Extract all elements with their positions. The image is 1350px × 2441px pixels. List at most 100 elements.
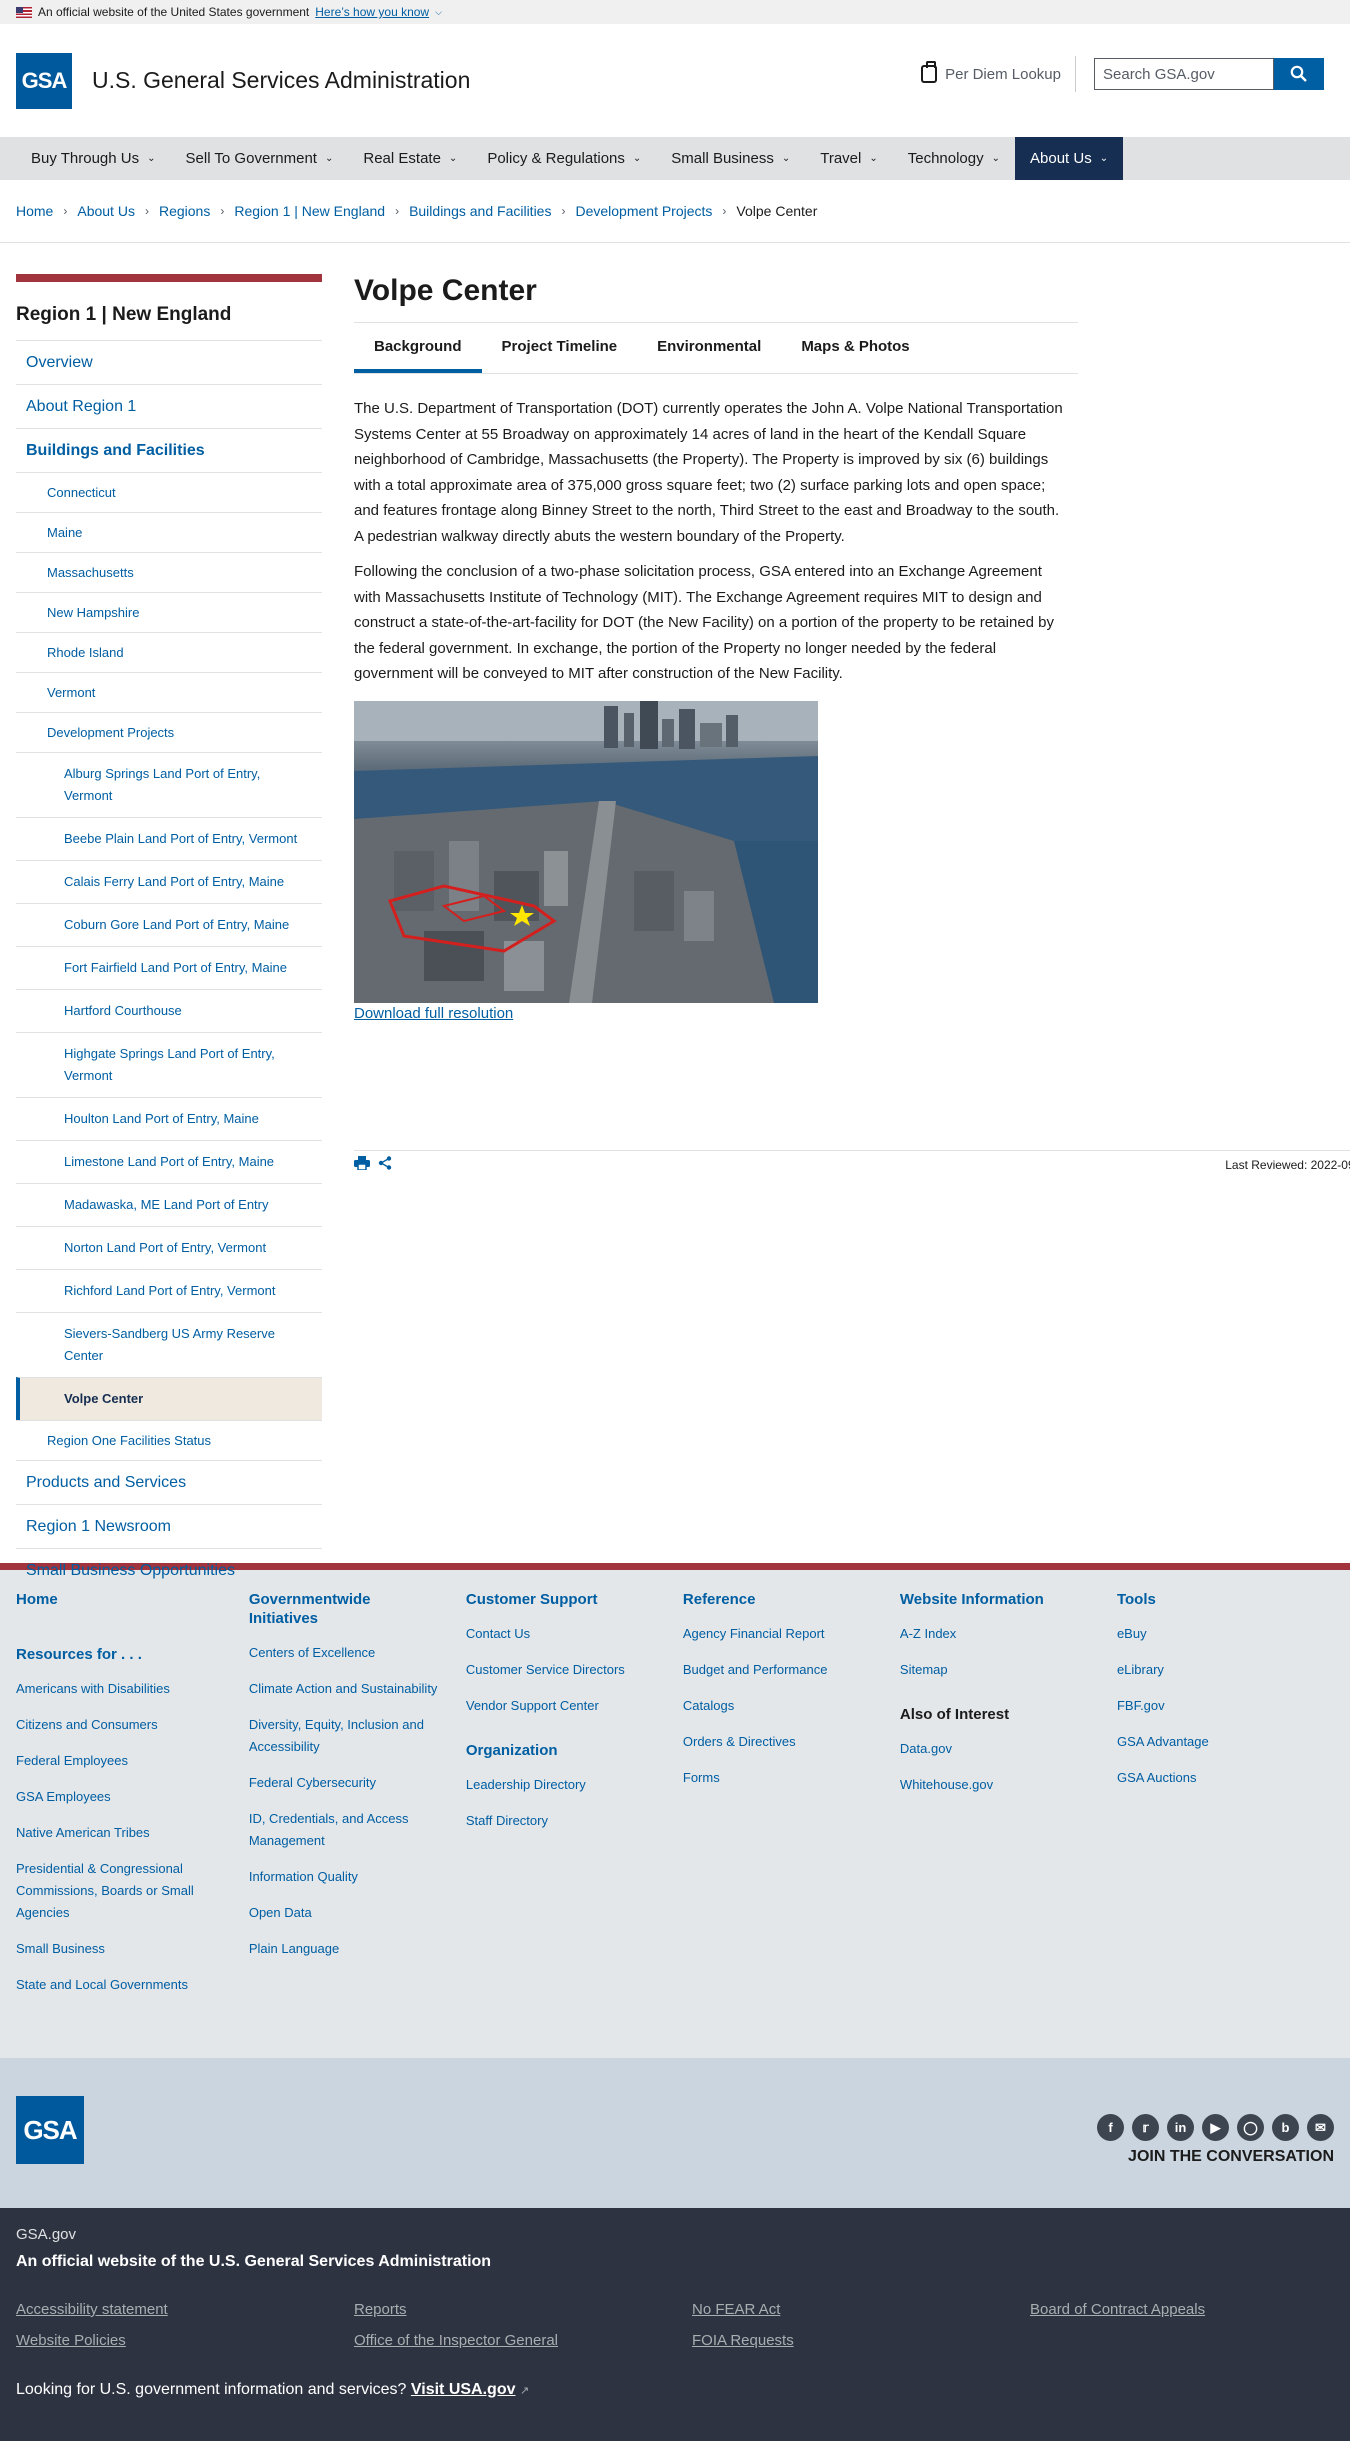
breadcrumb-regions[interactable]: Regions	[159, 203, 210, 219]
sidenav-item-sievers-sandberg-us-army-reserve-center[interactable]: Sievers-Sandberg US Army Reserve Center	[16, 1312, 322, 1377]
email-icon[interactable]: ✉	[1307, 2114, 1334, 2141]
footer-link-state-and-local-governments[interactable]: State and Local Governments	[16, 1974, 249, 1996]
nav-policy-regulations[interactable]: Policy & Regulations ⌄	[472, 137, 656, 180]
sidenav-item-madawaska-me-land-port-of-entry[interactable]: Madawaska, ME Land Port of Entry	[16, 1183, 322, 1226]
inspector-general-link[interactable]: Office of the Inspector General	[354, 2332, 692, 2349]
search-button[interactable]	[1274, 58, 1324, 90]
footer-gsa-logo[interactable]: GSA	[16, 2096, 84, 2164]
footer-link-contact-us[interactable]: Contact Us	[466, 1623, 683, 1645]
linkedin-icon[interactable]: in	[1167, 2114, 1194, 2141]
visit-usa-gov-link[interactable]: Visit USA.gov	[411, 2381, 516, 2398]
sidenav-item-connecticut[interactable]: Connecticut	[16, 472, 322, 512]
heres-how-you-know-link[interactable]: Here’s how you know	[315, 5, 429, 19]
facebook-icon[interactable]: f	[1097, 2114, 1124, 2141]
sidenav-item-alburg-springs-land-port-of-entry-vermont[interactable]: Alburg Springs Land Port of Entry, Vermo…	[16, 752, 322, 817]
nav-about-us[interactable]: About Us ⌄	[1015, 137, 1124, 180]
sidenav-item-products-and-services[interactable]: Products and Services	[16, 1460, 322, 1504]
tab-project-timeline[interactable]: Project Timeline	[482, 323, 638, 373]
sidenav-item-hartford-courthouse[interactable]: Hartford Courthouse	[16, 989, 322, 1032]
footer-link-americans-with-disabilities[interactable]: Americans with Disabilities	[16, 1678, 249, 1700]
footer-link-gsa-auctions[interactable]: GSA Auctions	[1117, 1767, 1334, 1789]
sidenav-item-houlton-land-port-of-entry-maine[interactable]: Houlton Land Port of Entry, Maine	[16, 1097, 322, 1140]
footer-link-agency-financial-report[interactable]: Agency Financial Report	[683, 1623, 900, 1645]
site-title[interactable]: U.S. General Services Administration	[92, 67, 470, 94]
website-policies-link[interactable]: Website Policies	[16, 2332, 354, 2349]
youtube-icon[interactable]: ▶	[1202, 2114, 1229, 2141]
footer-link-gsa-employees[interactable]: GSA Employees	[16, 1786, 249, 1808]
print-button[interactable]	[354, 1155, 370, 1175]
accessibility-statement-link[interactable]: Accessibility statement	[16, 2301, 354, 2318]
footer-link-id-credentials-and-access-management[interactable]: ID, Credentials, and Access Management	[249, 1808, 466, 1852]
sidenav-item-limestone-land-port-of-entry-maine[interactable]: Limestone Land Port of Entry, Maine	[16, 1140, 322, 1183]
no-fear-act-link[interactable]: No FEAR Act	[692, 2301, 1030, 2318]
sidenav-item-buildings-and-facilities[interactable]: Buildings and Facilities	[16, 428, 322, 472]
foia-requests-link[interactable]: FOIA Requests	[692, 2332, 1030, 2349]
sidenav-item-highgate-springs-land-port-of-entry-vermont[interactable]: Highgate Springs Land Port of Entry, Ver…	[16, 1032, 322, 1097]
instagram-icon[interactable]: ◯	[1237, 2114, 1264, 2141]
footer-home-link[interactable]: Home	[16, 1591, 58, 1608]
footer-link-climate-action-and-sustainability[interactable]: Climate Action and Sustainability	[249, 1678, 466, 1700]
footer-link-ebuy[interactable]: eBuy	[1117, 1623, 1334, 1645]
footer-link-information-quality[interactable]: Information Quality	[249, 1866, 466, 1888]
footer-link-budget-and-performance[interactable]: Budget and Performance	[683, 1659, 900, 1681]
reports-link[interactable]: Reports	[354, 2301, 692, 2318]
sidenav-item-beebe-plain-land-port-of-entry-vermont[interactable]: Beebe Plain Land Port of Entry, Vermont	[16, 817, 322, 860]
sidenav-item-about-region-1[interactable]: About Region 1	[16, 384, 322, 428]
nav-travel[interactable]: Travel ⌄	[805, 137, 893, 180]
footer-link-native-american-tribes[interactable]: Native American Tribes	[16, 1822, 249, 1844]
footer-link-staff-directory[interactable]: Staff Directory	[466, 1810, 683, 1832]
sidenav-item-massachusetts[interactable]: Massachusetts	[16, 552, 322, 592]
footer-link-whitehouse-gov[interactable]: Whitehouse.gov	[900, 1774, 1117, 1796]
sidenav-item-norton-land-port-of-entry-vermont[interactable]: Norton Land Port of Entry, Vermont	[16, 1226, 322, 1269]
twitter-icon[interactable]: 𝕣	[1132, 2114, 1159, 2141]
footer-link-gsa-advantage[interactable]: GSA Advantage	[1117, 1731, 1334, 1753]
footer-link-elibrary[interactable]: eLibrary	[1117, 1659, 1334, 1681]
footer-link-plain-language[interactable]: Plain Language	[249, 1938, 466, 1960]
sidenav-item-new-hampshire[interactable]: New Hampshire	[16, 592, 322, 632]
blog-icon[interactable]: b	[1272, 2114, 1299, 2141]
search-input[interactable]	[1094, 58, 1274, 90]
footer-link-customer-service-directors[interactable]: Customer Service Directors	[466, 1659, 683, 1681]
breadcrumb-buildings[interactable]: Buildings and Facilities	[409, 203, 551, 219]
board-of-contract-appeals-link[interactable]: Board of Contract Appeals	[1030, 2301, 1330, 2318]
sidenav-item-development-projects[interactable]: Development Projects	[16, 712, 322, 752]
per-diem-lookup-link[interactable]: Per Diem Lookup	[921, 56, 1076, 92]
tab-background[interactable]: Background	[354, 323, 482, 373]
footer-link-orders-directives[interactable]: Orders & Directives	[683, 1731, 900, 1753]
footer-link-small-business[interactable]: Small Business	[16, 1938, 249, 1960]
nav-buy-through-us[interactable]: Buy Through Us ⌄	[16, 137, 171, 180]
breadcrumb-development-projects[interactable]: Development Projects	[575, 203, 712, 219]
sidenav-item-rhode-island[interactable]: Rhode Island	[16, 632, 322, 672]
footer-link-federal-cybersecurity[interactable]: Federal Cybersecurity	[249, 1772, 466, 1794]
footer-link-a-z-index[interactable]: A-Z Index	[900, 1623, 1117, 1645]
nav-technology[interactable]: Technology ⌄	[893, 137, 1015, 180]
sidenav-item-volpe-center[interactable]: Volpe Center	[16, 1377, 322, 1420]
footer-link-catalogs[interactable]: Catalogs	[683, 1695, 900, 1717]
footer-link-federal-employees[interactable]: Federal Employees	[16, 1750, 249, 1772]
footer-link-fbf-gov[interactable]: FBF.gov	[1117, 1695, 1334, 1717]
footer-link-citizens-and-consumers[interactable]: Citizens and Consumers	[16, 1714, 249, 1736]
breadcrumb-about-us[interactable]: About Us	[77, 203, 135, 219]
nav-real-estate[interactable]: Real Estate ⌄	[348, 137, 472, 180]
sidenav-item-maine[interactable]: Maine	[16, 512, 322, 552]
sidenav-item-vermont[interactable]: Vermont	[16, 672, 322, 712]
sidenav-item-region-one-facilities-status[interactable]: Region One Facilities Status	[16, 1420, 322, 1460]
tab-environmental[interactable]: Environmental	[637, 323, 781, 373]
footer-link-presidential-congressional-commissions-boards-or-small-agencies[interactable]: Presidential & Congressional Commissions…	[16, 1858, 249, 1924]
sidenav-item-richford-land-port-of-entry-vermont[interactable]: Richford Land Port of Entry, Vermont	[16, 1269, 322, 1312]
gsa-logo[interactable]: GSA	[16, 52, 72, 109]
sidenav-item-overview[interactable]: Overview	[16, 340, 322, 384]
tab-maps-photos[interactable]: Maps & Photos	[781, 323, 929, 373]
breadcrumb-home[interactable]: Home	[16, 203, 53, 219]
footer-link-diversity-equity-inclusion-and-accessibility[interactable]: Diversity, Equity, Inclusion and Accessi…	[249, 1714, 466, 1758]
sidenav-item-region-1-newsroom[interactable]: Region 1 Newsroom	[16, 1504, 322, 1548]
nav-sell-to-government[interactable]: Sell To Government ⌄	[171, 137, 349, 180]
footer-link-leadership-directory[interactable]: Leadership Directory	[466, 1774, 683, 1796]
footer-link-sitemap[interactable]: Sitemap	[900, 1659, 1117, 1681]
sidenav-item-fort-fairfield-land-port-of-entry-maine[interactable]: Fort Fairfield Land Port of Entry, Maine	[16, 946, 322, 989]
nav-small-business[interactable]: Small Business ⌄	[656, 137, 805, 180]
footer-link-forms[interactable]: Forms	[683, 1767, 900, 1789]
sidenav-item-small-business-opportunities[interactable]: Small Business Opportunities	[16, 1548, 322, 1592]
share-button[interactable]	[378, 1155, 392, 1175]
breadcrumb-region-1[interactable]: Region 1 | New England	[234, 203, 385, 219]
